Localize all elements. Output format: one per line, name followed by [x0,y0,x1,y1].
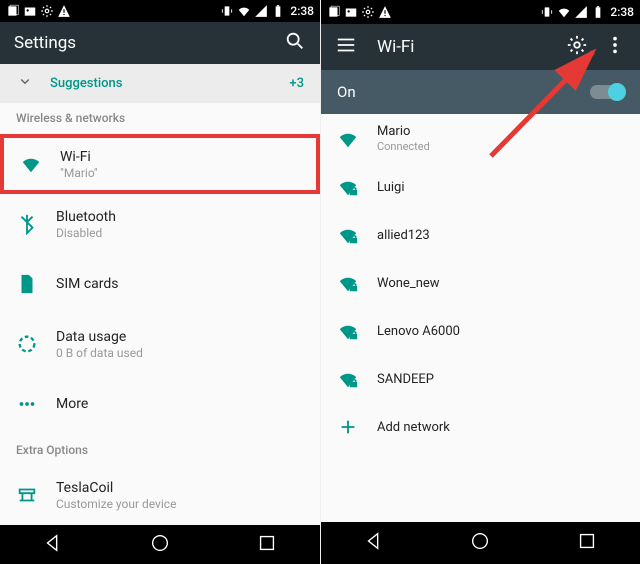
wifi-toggle[interactable] [590,85,624,99]
nav-home[interactable] [149,532,171,558]
appbar: Wi-Fi [321,24,640,70]
navbar [0,525,320,564]
settings-item-data[interactable]: Data usage 0 B of data used [0,314,320,374]
sim-icon [16,273,56,295]
settings-item-more[interactable]: More [0,374,320,434]
statusbar: 2:38 [321,0,640,24]
section-extra: Extra Options [0,434,320,465]
data-icon [16,333,56,355]
appbar-title: Settings [14,33,268,53]
wifi-network-item[interactable]: Wone_new [321,259,640,307]
wifi-signal-icon [337,368,377,390]
wifi-signal-icon [337,176,377,198]
wifi-signal-icon [337,128,377,150]
wifi-network-item[interactable]: Lenovo A6000 [321,307,640,355]
teslacoil-icon [16,484,56,506]
wifi-screen: 2:38 Wi-Fi On MarioConnected Luigi allied1… [320,0,640,564]
settings-item-wifi[interactable]: Wi-Fi "Mario" [0,134,320,194]
section-wireless: Wireless & networks [0,103,320,134]
add-network[interactable]: Add network [321,403,640,451]
network-name: allied123 [377,228,624,243]
chevron-down-icon [16,72,34,94]
nav-back[interactable] [363,530,385,556]
navbar [321,522,640,564]
wifi-signal-icon [337,224,377,246]
settings-item-teslacoil[interactable]: TeslaCoil Customize your device [0,465,320,525]
wifi-state-row: On [321,70,640,114]
statusbar: 2:38 [0,0,320,22]
gear-icon[interactable] [566,34,588,60]
network-name: Mario [377,124,624,139]
clock: 2:38 [610,5,634,19]
plus-icon [337,416,377,438]
item-sub: "Mario" [60,166,300,180]
item-label: TeslaCoil [56,480,304,496]
settings-item-bluetooth[interactable]: Bluetooth Disabled [0,194,320,254]
wifi-network-item[interactable]: Luigi [321,163,640,211]
wifi-list: MarioConnected Luigi allied123 Wone_new Leno… [321,114,640,403]
wifi-state-label: On [337,83,356,101]
item-sub: Customize your device [56,497,304,511]
nav-recent[interactable] [576,530,598,556]
wifi-signal-icon [337,272,377,294]
overflow-icon[interactable] [604,34,626,60]
bluetooth-icon [16,213,56,235]
wifi-network-item[interactable]: MarioConnected [321,114,640,163]
suggestions-row[interactable]: Suggestions +3 [0,64,320,103]
item-label: Data usage [56,329,304,345]
network-status: Connected [377,140,624,153]
menu-icon[interactable] [335,34,357,60]
item-label: More [56,396,304,412]
suggestions-label: Suggestions [50,76,122,91]
item-sub: Disabled [56,226,304,240]
settings-item-sim[interactable]: SIM cards [0,254,320,314]
suggestions-count: +3 [289,76,304,91]
settings-screen: 2:38 Settings Suggestions +3 Wireless & … [0,0,320,564]
more-icon [16,393,56,415]
wifi-signal-icon [337,320,377,342]
appbar: Settings [0,22,320,64]
search-icon[interactable] [284,30,306,56]
clock: 2:38 [290,4,314,18]
network-name: Wone_new [377,276,624,291]
wifi-icon [20,153,60,175]
wifi-network-item[interactable]: SANDEEP [321,355,640,403]
nav-home[interactable] [469,530,491,556]
network-name: Lenovo A6000 [377,324,624,339]
appbar-title: Wi-Fi [377,37,550,57]
nav-back[interactable] [42,532,64,558]
network-name: Luigi [377,180,624,195]
wifi-network-item[interactable]: allied123 [321,211,640,259]
network-name: SANDEEP [377,372,624,387]
item-label: Bluetooth [56,209,304,225]
add-network-label: Add network [377,420,624,435]
item-label: SIM cards [56,276,304,292]
nav-recent[interactable] [256,532,278,558]
item-sub: 0 B of data used [56,346,304,360]
item-label: Wi-Fi [60,149,300,165]
